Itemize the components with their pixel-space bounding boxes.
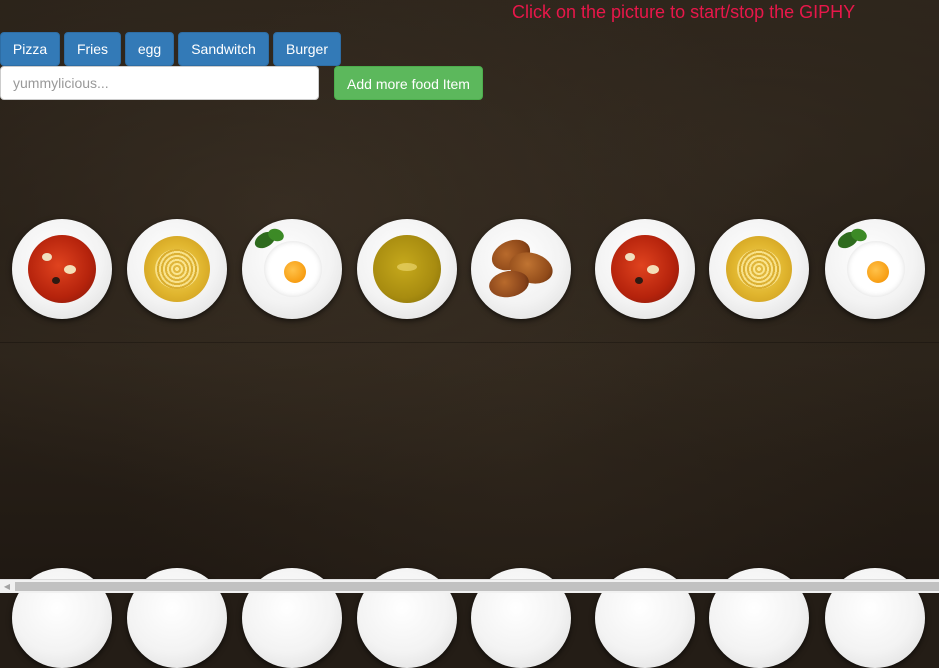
fries-button[interactable]: Fries [64,32,121,66]
scroll-left-icon[interactable]: ◀ [0,580,14,593]
giphy-image-fried-egg-2[interactable] [825,219,925,319]
pizza-button[interactable]: Pizza [0,32,60,66]
background-seam [0,342,939,343]
egg-button[interactable]: egg [125,32,174,66]
sandwitch-button[interactable]: Sandwitch [178,32,269,66]
scrollbar-thumb[interactable] [15,582,939,591]
giphy-image-tomato-stew-2[interactable] [595,219,695,319]
giphy-image-croissants[interactable] [471,219,571,319]
burger-button[interactable]: Burger [273,32,341,66]
horizontal-scrollbar[interactable]: ◀ [0,579,939,593]
giphy-image-pasta-2[interactable] [709,219,809,319]
food-item-input[interactable] [0,66,319,100]
giphy-image-green-soup[interactable] [357,219,457,319]
giphy-image-tomato-stew[interactable] [12,219,112,319]
giphy-image-fried-egg[interactable] [242,219,342,319]
giphy-image-pasta[interactable] [127,219,227,319]
add-food-item-button[interactable]: Add more food Item [334,66,483,100]
instruction-text: Click on the picture to start/stop the G… [512,2,856,22]
